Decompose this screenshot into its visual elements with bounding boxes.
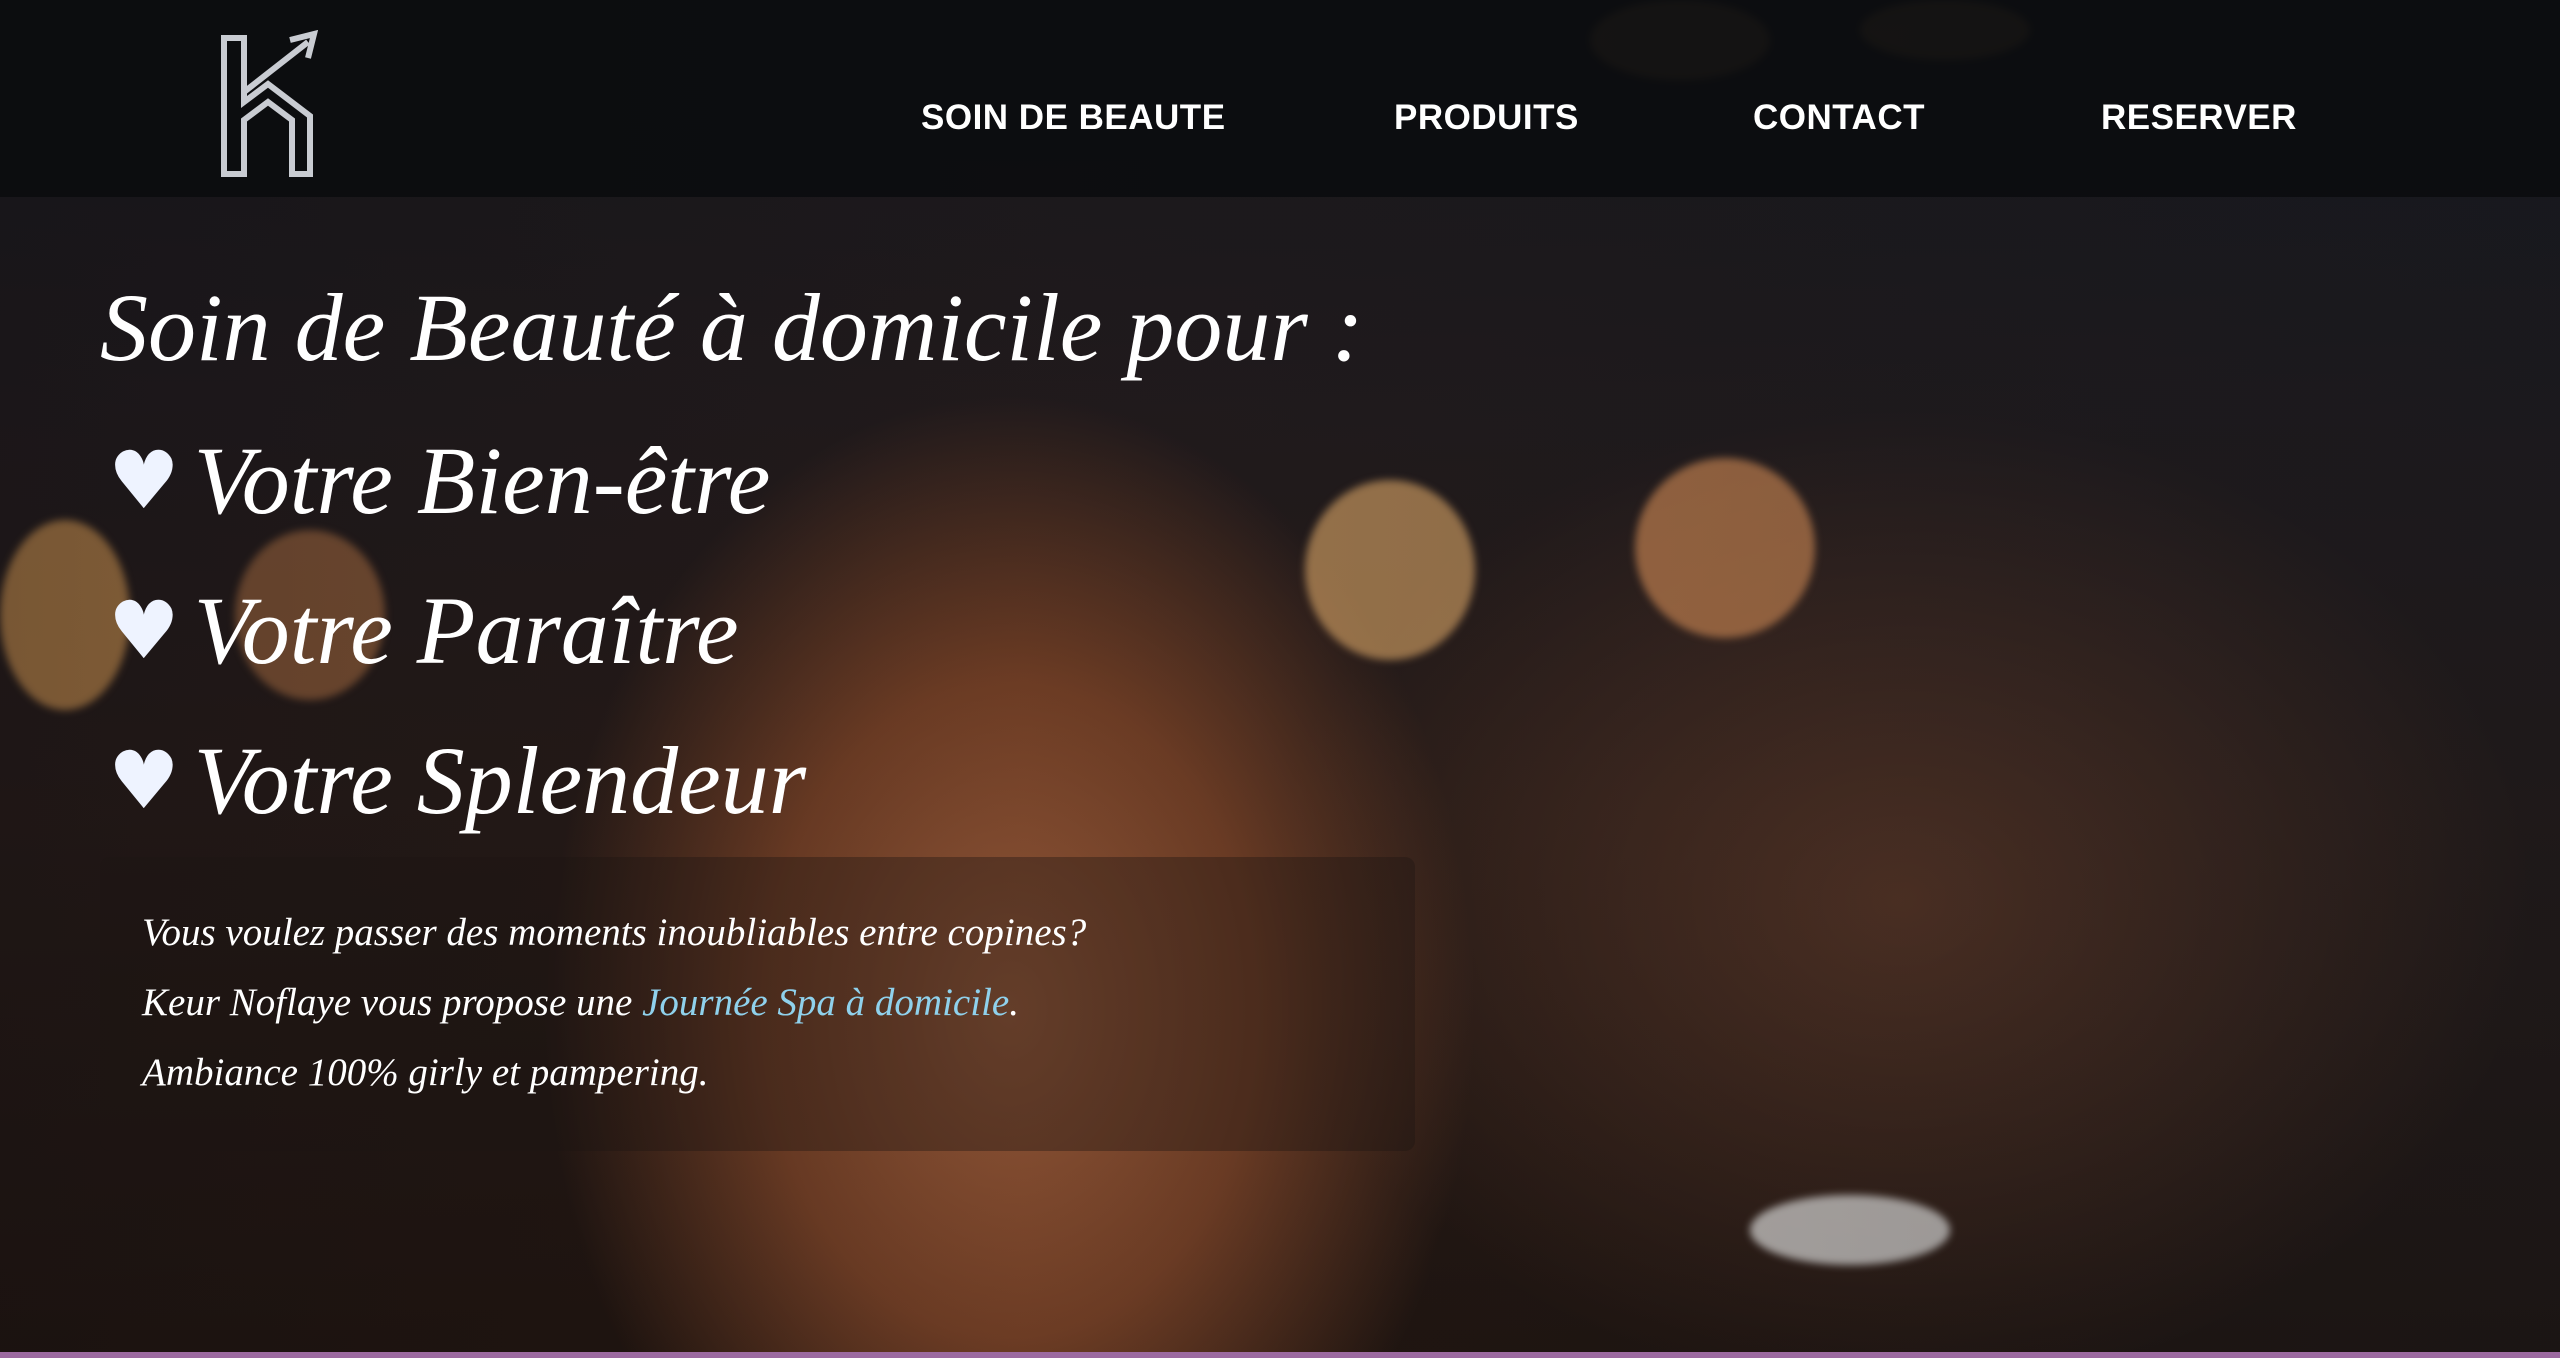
nav-produits[interactable]: PRODUITS (1394, 98, 1579, 138)
heart-icon: ♥ (108, 734, 180, 827)
info-line-2-suffix: . (1009, 981, 1019, 1024)
info-line-2: Keur Noflaye vous propose une Journée Sp… (142, 980, 1019, 1025)
nav-soin-de-beaute[interactable]: SOIN DE BEAUTE (921, 98, 1226, 138)
heart-icon: ♥ (108, 434, 180, 527)
house-arrow-logo-icon[interactable] (218, 30, 318, 180)
bottom-accent-bar (0, 1352, 2560, 1358)
benefit-label: Votre Splendeur (193, 727, 807, 834)
info-line-3: Ambiance 100% girly et pampering. (142, 1051, 709, 1094)
nav-reserver[interactable]: RESERVER (2101, 98, 2297, 138)
journee-spa-link[interactable]: Journée Spa à domicile (642, 981, 1009, 1024)
info-line-1: Vous voulez passer des moments inoubliab… (142, 911, 1087, 954)
benefit-label: Votre Bien-être (193, 427, 771, 534)
benefit-label: Votre Paraître (193, 577, 739, 684)
benefit-item: ♥ Votre Splendeur (108, 725, 806, 836)
benefit-item: ♥ Votre Bien-être (108, 425, 770, 536)
heart-icon: ♥ (108, 584, 180, 677)
nav-contact[interactable]: CONTACT (1753, 98, 1925, 138)
hero-title: Soin de Beauté à domicile pour : (100, 274, 1364, 381)
top-navigation-bar: SOIN DE BEAUTE PRODUITS CONTACT RESERVER (0, 0, 2560, 197)
benefit-item: ♥ Votre Paraître (108, 575, 739, 686)
info-line-2-prefix: Keur Noflaye vous propose une (142, 981, 643, 1024)
